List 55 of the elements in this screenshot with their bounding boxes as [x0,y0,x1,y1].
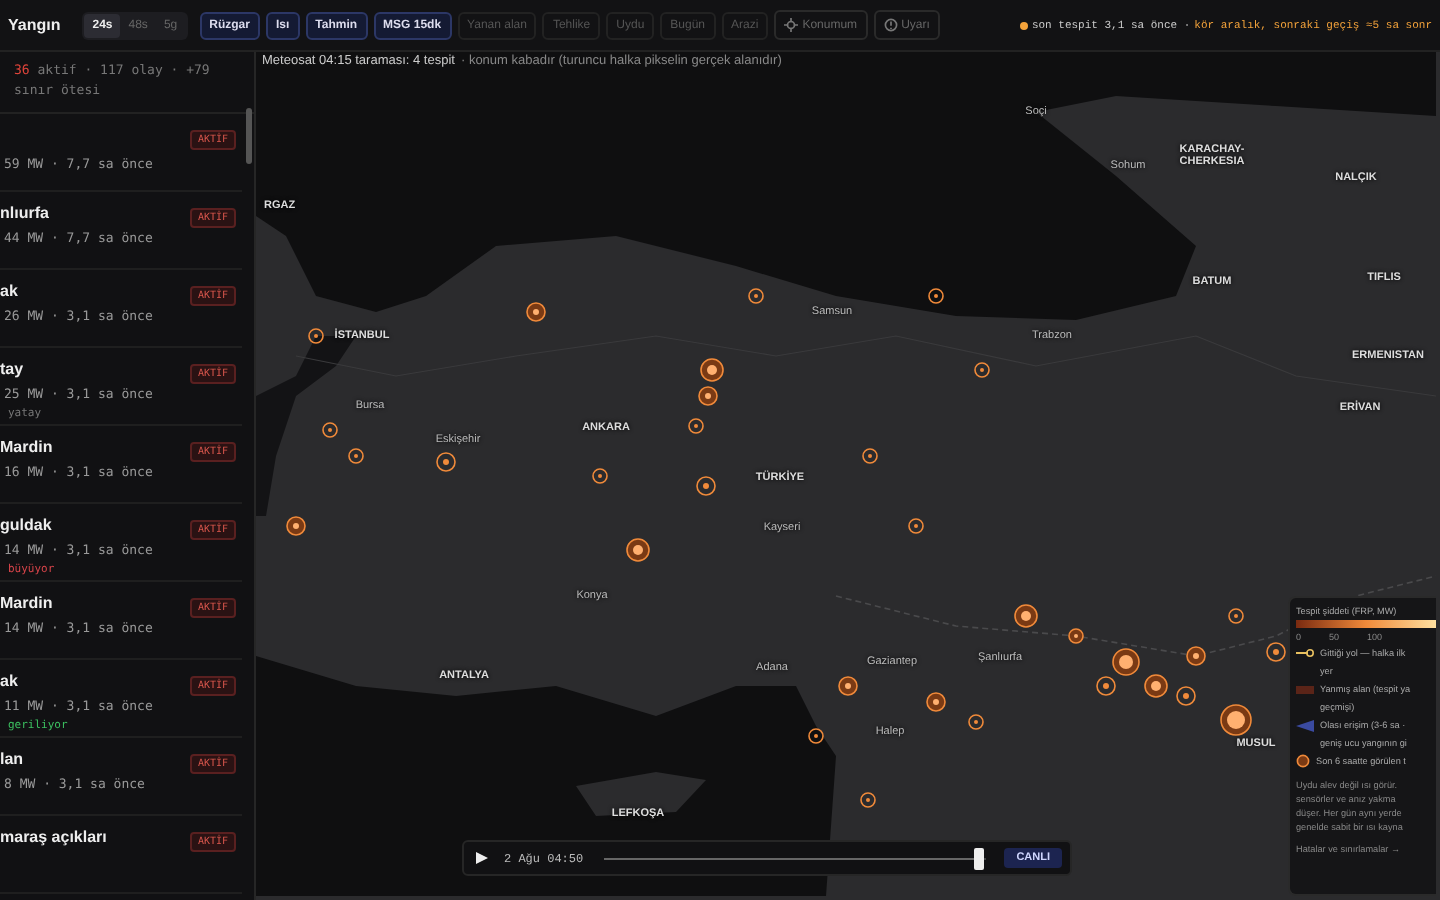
crosshair-icon [784,18,799,32]
fire-marker [974,362,990,378]
fire-marker [1176,686,1196,706]
track-icon [1296,648,1314,658]
fire-name: nlıurfa [0,204,49,226]
fire-marker [1266,642,1286,662]
fire-name: Mardin [0,594,53,616]
fire-marker [1068,628,1084,644]
fire-marker [696,476,716,496]
fire-name: tay [0,360,24,382]
fire-name: Mardin [0,438,53,460]
fire-name: lan [0,750,24,772]
fire-marker [838,676,858,696]
fire-marker [928,288,944,304]
fire-marker [626,538,650,562]
fire-marker [286,516,306,536]
fire-marker [1112,648,1140,676]
fire-marker [1144,674,1168,698]
fire-marker [348,448,364,464]
fire-marker [926,692,946,712]
fire-marker [322,422,338,438]
fire-marker [1096,676,1116,696]
cone-icon [1296,719,1314,731]
fire-marker [860,792,876,808]
fire-name: maraş açıkları [0,828,107,850]
alert-icon [883,18,898,32]
fire-marker [1220,704,1252,736]
fire-marker [592,468,608,484]
fire-marker [688,418,704,434]
timeline-thumb[interactable] [973,847,984,869]
fire-marker [700,358,724,382]
fire-marker [862,448,878,464]
play-button[interactable] [472,852,492,864]
fire-name: ak [0,672,18,694]
fire-name: guldak [0,516,52,538]
fire-marker [436,452,456,472]
fire-marker [1186,646,1206,666]
fire-marker [808,728,824,744]
fire-marker [1228,608,1244,624]
burned-area-icon [1296,685,1314,693]
fire-marker [1014,604,1038,628]
fire-marker [968,714,984,730]
color-scale [1296,620,1436,628]
play-icon [476,852,488,864]
ring-icon [1296,754,1310,768]
app-title: Yangın [8,16,61,34]
fire-marker [908,518,924,534]
fire-marker [748,288,764,304]
fire-marker [698,386,718,406]
timeline-track[interactable] [604,847,987,869]
scrollbar-thumb [246,108,252,164]
fire-name: ak [0,282,18,304]
fire-marker [526,302,546,322]
fire-marker [308,328,324,344]
status-dot [1019,21,1028,29]
